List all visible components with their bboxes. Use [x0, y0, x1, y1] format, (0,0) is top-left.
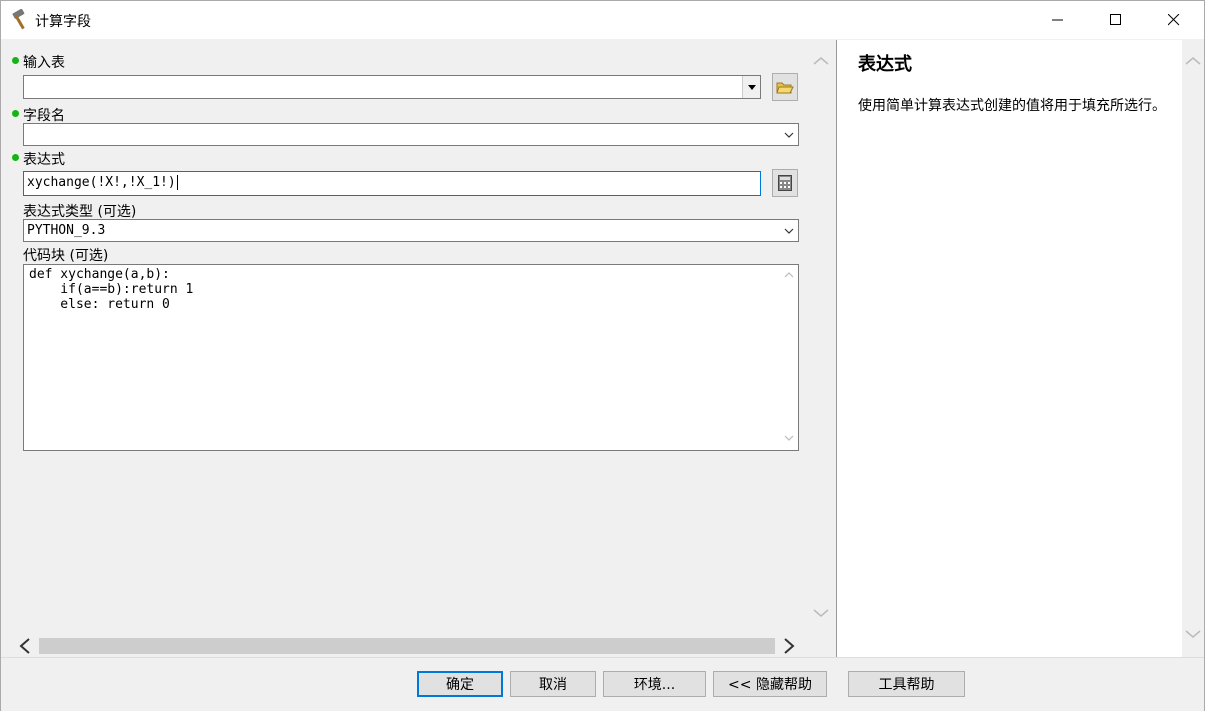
code-line: else: return 0 [29, 297, 170, 312]
chevron-left-icon[interactable] [19, 638, 31, 654]
expression-label: 表达式 [23, 152, 65, 168]
code-scrollbar[interactable] [780, 265, 798, 450]
input-table-label: 输入表 [23, 55, 65, 71]
required-indicator [12, 154, 19, 161]
minimize-icon [1052, 19, 1063, 21]
open-folder-icon [776, 82, 794, 94]
chevron-down-icon [784, 228, 794, 234]
chevron-up-icon[interactable] [1185, 56, 1201, 66]
code-block-textarea[interactable]: def xychange(a,b): if(a==b):return 1 els… [23, 264, 799, 451]
parameters-horizontal-scrollbar[interactable] [11, 635, 801, 657]
title-bar: 计算字段 [1, 1, 1204, 39]
scroll-thumb[interactable] [39, 638, 775, 654]
input-table-combobox[interactable] [23, 75, 761, 99]
minimize-button[interactable] [1029, 1, 1087, 39]
maximize-button[interactable] [1087, 1, 1145, 39]
parameters-vertical-scrollbar[interactable] [810, 40, 832, 635]
button-bar: 确定 取消 环境... << 隐藏帮助 工具帮助 [1, 657, 1204, 711]
code-block-label: 代码块 (可选) [23, 248, 109, 264]
code-line: if(a==b):return 1 [29, 282, 194, 297]
chevron-down-icon[interactable] [813, 608, 829, 618]
expression-value: xychange(!X!,!X_1!) [27, 175, 176, 190]
expression-type-label: 表达式类型 (可选) [23, 204, 137, 220]
chevron-up-icon[interactable] [813, 56, 829, 66]
browse-button[interactable] [772, 73, 798, 101]
help-description: 使用简单计算表达式创建的值将用于填充所选行。 [858, 98, 1166, 114]
field-calculator-button[interactable] [772, 169, 798, 197]
chevron-down-icon [784, 435, 794, 441]
help-vertical-scrollbar[interactable] [1182, 40, 1204, 657]
field-name-combobox[interactable] [23, 123, 799, 146]
help-panel: 表达式 使用简单计算表达式创建的值将用于填充所选行。 [836, 40, 1182, 657]
code-line: def xychange(a,b): [29, 267, 170, 282]
expression-type-value: PYTHON_9.3 [27, 223, 106, 238]
help-title: 表达式 [858, 54, 912, 75]
chevron-right-icon[interactable] [783, 638, 795, 654]
close-icon [1168, 14, 1180, 26]
maximize-icon [1110, 14, 1121, 25]
required-indicator [12, 57, 19, 64]
chevron-up-icon [784, 272, 794, 278]
calculator-icon [778, 175, 792, 191]
required-indicator [12, 110, 19, 117]
field-name-label: 字段名 [23, 108, 65, 124]
chevron-down-icon [784, 132, 794, 138]
hammer-icon [12, 9, 25, 30]
triangle-down-icon [748, 85, 756, 90]
expression-input[interactable]: xychange(!X!,!X_1!) [23, 171, 761, 196]
close-button[interactable] [1145, 1, 1203, 39]
tool-help-button[interactable]: 工具帮助 [848, 671, 965, 697]
hide-help-button[interactable]: << 隐藏帮助 [713, 671, 827, 697]
text-cursor [176, 175, 178, 190]
dropdown-button[interactable] [742, 76, 760, 98]
cancel-button[interactable]: 取消 [510, 671, 596, 697]
chevron-down-icon[interactable] [1185, 629, 1201, 639]
calculate-field-dialog: 计算字段 输入表 字段名 表达式 xychange(!X!,!X_1!) 表达式… [0, 0, 1205, 711]
expression-type-combobox[interactable]: PYTHON_9.3 [23, 219, 799, 242]
environments-button[interactable]: 环境... [603, 671, 706, 697]
window-title: 计算字段 [35, 14, 91, 30]
ok-button[interactable]: 确定 [417, 671, 503, 697]
